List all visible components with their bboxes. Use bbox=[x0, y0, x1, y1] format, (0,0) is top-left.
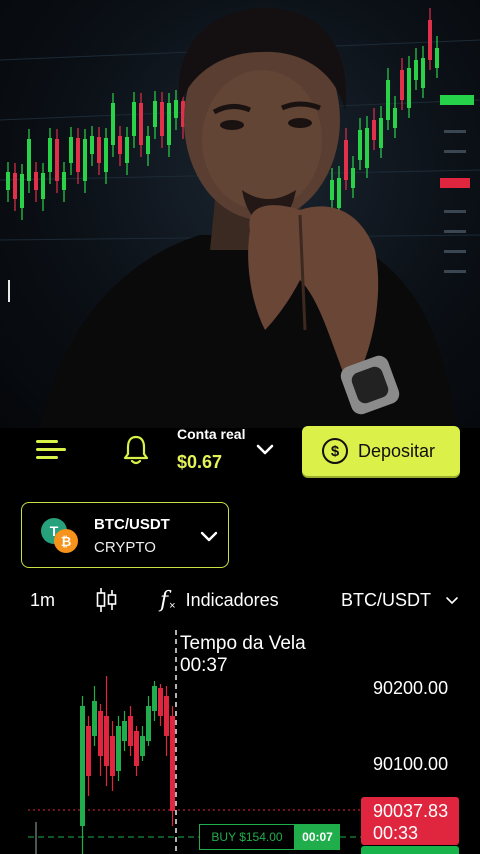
open-trade-timer: 00:07 bbox=[295, 824, 340, 850]
deposit-button[interactable]: $ Depositar bbox=[302, 426, 460, 476]
person-portrait bbox=[40, 7, 455, 428]
dollar-circle-icon: $ bbox=[322, 438, 348, 464]
price-axis-tick: 90100.00 bbox=[373, 754, 449, 774]
chevron-down-icon bbox=[200, 531, 218, 542]
menu-icon[interactable] bbox=[36, 437, 66, 463]
candle-body bbox=[158, 688, 163, 716]
tether-bitcoin-icon: T ₿ bbox=[41, 518, 78, 553]
function-icon-x: × bbox=[169, 600, 176, 612]
text-cursor bbox=[8, 280, 10, 302]
candle-body bbox=[152, 686, 157, 711]
candle-body bbox=[170, 716, 175, 811]
chart-toolbar: 1m f × Indicadores BTC/USDT bbox=[0, 580, 480, 620]
candle-body bbox=[104, 716, 109, 766]
price-axis-tick: 90200.00 bbox=[373, 678, 449, 698]
deposit-label: Depositar bbox=[358, 440, 436, 461]
timeframe-button[interactable]: 1m bbox=[30, 580, 55, 620]
candle-body bbox=[80, 706, 85, 826]
account-balance: $0.67 bbox=[177, 452, 223, 472]
candle-body bbox=[110, 736, 115, 776]
candle-body bbox=[116, 726, 121, 771]
current-price-badge: 90037.83 00:33 bbox=[361, 797, 459, 845]
candle-body bbox=[122, 721, 127, 741]
candle-body bbox=[146, 706, 151, 741]
entry-price-badge bbox=[361, 846, 459, 854]
candle-body bbox=[86, 726, 91, 776]
indicators-button[interactable]: f × Indicadores bbox=[160, 580, 279, 620]
asset-type: CRYPTO bbox=[94, 539, 156, 556]
chevron-down-icon bbox=[446, 597, 458, 605]
current-countdown: 00:33 bbox=[373, 823, 419, 843]
asset-name: BTC/USDT bbox=[94, 516, 170, 533]
candle-body bbox=[134, 731, 139, 766]
candle-body bbox=[92, 701, 97, 736]
chart-type-button[interactable] bbox=[96, 580, 118, 620]
candlestick-icon bbox=[96, 588, 117, 612]
candle-body bbox=[164, 696, 169, 736]
pair-label: BTC/USDT bbox=[341, 589, 431, 610]
open-trade-label[interactable]: BUY $154.00 bbox=[199, 824, 295, 850]
pair-select[interactable]: BTC/USDT bbox=[341, 580, 459, 620]
chevron-down-icon[interactable] bbox=[254, 438, 276, 460]
asset-selector[interactable]: T ₿ BTC/USDT CRYPTO bbox=[21, 502, 229, 568]
svg-text:₿: ₿ bbox=[61, 534, 72, 549]
function-icon: f bbox=[160, 587, 169, 613]
indicators-label: Indicadores bbox=[185, 589, 279, 610]
timeframe-label: 1m bbox=[30, 589, 56, 610]
current-price: 90037.83 bbox=[373, 801, 449, 821]
candle-timer-value: 00:37 bbox=[180, 655, 228, 676]
candle-body bbox=[128, 716, 133, 746]
candle-timer-label: Tempo da Vela bbox=[180, 633, 306, 654]
candle-body bbox=[98, 711, 103, 756]
candle-body bbox=[140, 736, 145, 756]
hero-banner-image bbox=[0, 0, 480, 428]
bell-icon[interactable] bbox=[122, 434, 150, 466]
account-label: Conta real bbox=[177, 426, 246, 442]
